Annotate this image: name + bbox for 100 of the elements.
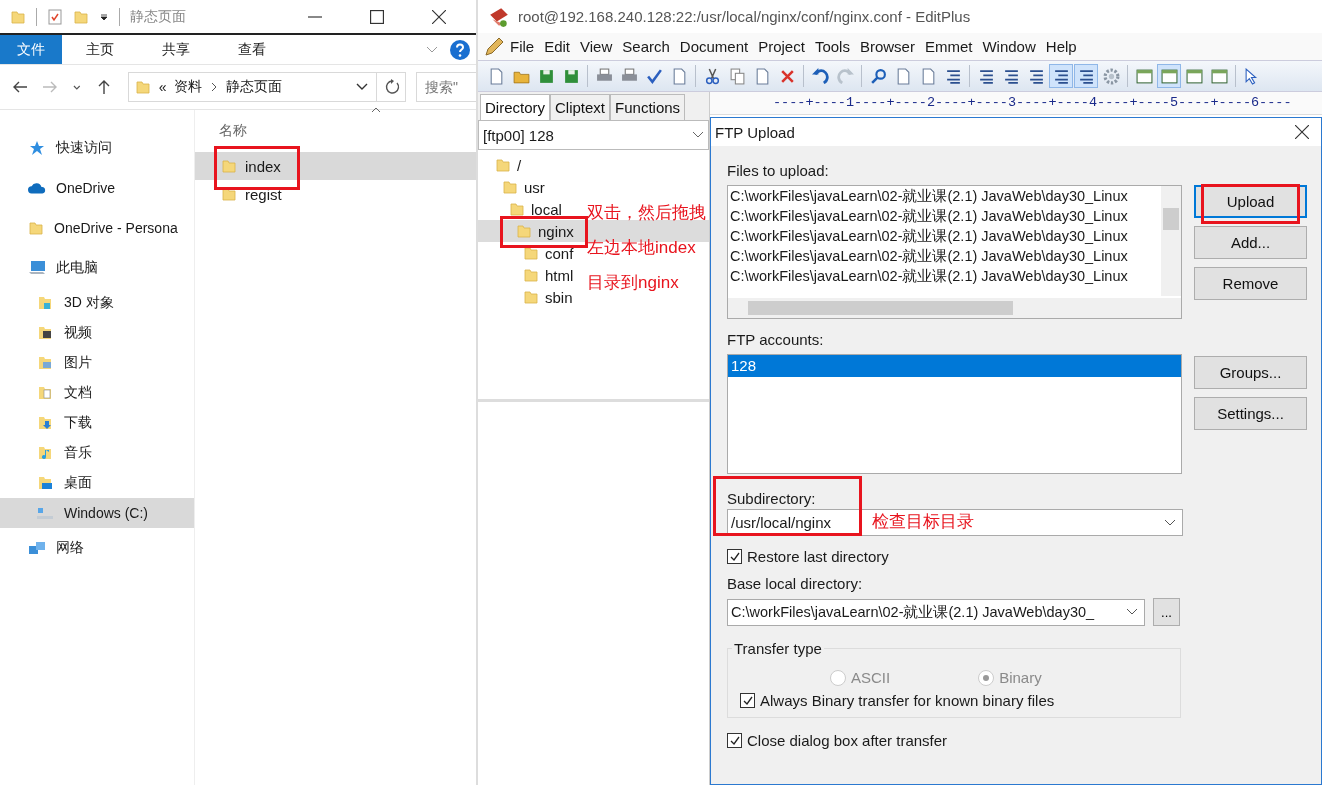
tree-item[interactable]: sbin <box>523 288 573 306</box>
menu-item[interactable]: Edit <box>544 38 571 55</box>
dialog-button[interactable]: Add... <box>1194 226 1307 259</box>
file-path[interactable]: C:\workFiles\javaLearn\02-就业课(2.1) JavaWeb\day30_Linux <box>730 247 1159 267</box>
nav-item[interactable]: Windows (C:) <box>0 498 194 528</box>
vertical-scrollbar[interactable] <box>1161 186 1181 296</box>
tree-item[interactable]: local <box>509 200 562 218</box>
close-icon[interactable] <box>1295 125 1309 139</box>
folder-icon <box>36 355 54 371</box>
nav-item[interactable]: 3D 对象 <box>0 288 194 318</box>
menu-item[interactable]: File <box>510 38 535 55</box>
annotation-text: 目录到nginx <box>587 272 679 294</box>
base-directory-combo[interactable]: C:\workFiles\javaLearn\02-就业课(2.1) JavaWeb\day30_ <box>727 598 1145 626</box>
browse-button[interactable]: ... <box>1153 598 1180 626</box>
pencil-icon <box>484 36 504 57</box>
folder-icon <box>73 8 89 25</box>
close-icon[interactable] <box>432 9 446 24</box>
back-arrow-icon[interactable] <box>12 79 28 95</box>
ribbon-tab[interactable]: 文件 <box>0 35 62 64</box>
column-header[interactable]: 名称 <box>219 122 247 140</box>
file-path[interactable]: C:\workFiles\javaLearn\02-就业课(2.1) JavaWeb\day30_Linux <box>730 187 1159 207</box>
refresh-icon[interactable] <box>385 79 401 95</box>
tree-item[interactable]: conf <box>523 244 574 262</box>
caret-icon <box>1126 608 1138 616</box>
folder-icon <box>523 245 539 261</box>
checkbox[interactable]: Close dialog box after transfer <box>727 732 1307 749</box>
menu-item[interactable]: Window <box>982 38 1036 55</box>
annotation-text: 双击，然后拖拽 <box>587 202 706 224</box>
folder-icon <box>134 79 151 95</box>
ribbon-tab[interactable]: 主页 <box>62 35 138 64</box>
menu-item[interactable]: Tools <box>814 38 850 55</box>
nav-item[interactable]: 此电脑 <box>0 248 194 288</box>
panel-tab[interactable]: Directory <box>480 94 550 120</box>
maximize-icon[interactable] <box>370 9 384 24</box>
tree-item[interactable]: / <box>495 156 522 174</box>
properties-icon[interactable] <box>47 8 63 25</box>
checkmark-icon <box>741 694 754 707</box>
horizontal-scrollbar[interactable] <box>728 298 1181 318</box>
file-path[interactable]: C:\workFiles\javaLearn\02-就业课(2.1) JavaWeb\day30_Linux <box>730 267 1159 287</box>
breadcrumb-item[interactable]: 资料 <box>174 78 203 96</box>
checkmark-icon <box>728 550 741 563</box>
dropdown-icon[interactable] <box>99 11 109 22</box>
tree-item[interactable]: usr <box>502 178 545 196</box>
account-item[interactable]: 128 <box>728 355 1181 377</box>
caret-icon[interactable] <box>356 83 368 91</box>
checkbox[interactable]: Restore last directory <box>727 548 1307 565</box>
drive-icon <box>36 505 54 521</box>
folder-icon <box>36 445 54 461</box>
nav-item[interactable]: OneDrive - Persona <box>0 208 194 248</box>
menu-item[interactable]: Document <box>679 38 749 55</box>
caret-icon <box>1164 518 1176 527</box>
menu-item[interactable]: Emmet <box>924 38 973 55</box>
file-path[interactable]: C:\workFiles\javaLearn\02-就业课(2.1) JavaWeb\day30_Linux <box>730 227 1159 247</box>
checkmark-icon <box>728 734 741 747</box>
nav-item[interactable]: 音乐 <box>0 438 194 468</box>
nav-item[interactable]: 快速访问 <box>0 128 194 168</box>
files-list[interactable] <box>727 185 1182 319</box>
field-label: Base local directory: <box>727 575 863 592</box>
nav-item[interactable]: 视频 <box>0 318 194 348</box>
annotation-text: 检查目标目录 <box>872 511 974 533</box>
dialog-button[interactable]: Remove <box>1194 267 1307 300</box>
field-label: FTP accounts: <box>727 331 824 348</box>
folder-icon <box>36 295 54 311</box>
dialog-button[interactable]: Groups... <box>1194 356 1307 389</box>
address-bar[interactable]: « 资料 静态页面 <box>127 72 406 102</box>
folder-icon <box>523 267 539 283</box>
ribbon-tab[interactable]: 查看 <box>214 35 290 64</box>
nav-item[interactable]: 图片 <box>0 348 194 378</box>
panel-tab[interactable]: Functions <box>610 94 686 120</box>
ribbon-tab[interactable]: 共享 <box>138 35 214 64</box>
file-path[interactable]: C:\workFiles\javaLearn\02-就业课(2.1) JavaWeb\day30_Linux <box>730 207 1159 227</box>
chevron-icon[interactable] <box>426 45 438 54</box>
file-row[interactable]: index <box>195 152 476 180</box>
menu-item[interactable]: Project <box>758 38 805 55</box>
menu-item[interactable]: Search <box>622 38 670 55</box>
forward-arrow-icon[interactable] <box>42 79 58 95</box>
panel-tab[interactable]: Cliptext <box>550 94 611 120</box>
checkbox[interactable]: Always Binary transfer for known binary files <box>740 692 1174 709</box>
help-icon[interactable] <box>450 39 470 60</box>
dialog-button[interactable]: Settings... <box>1194 397 1307 430</box>
nav-item[interactable]: OneDrive <box>0 168 194 208</box>
search-field[interactable]: 搜索" <box>416 72 476 102</box>
nav-item[interactable]: 文档 <box>0 378 194 408</box>
breadcrumb-item[interactable]: 静态页面 <box>226 78 283 96</box>
field-label: Subdirectory: <box>727 490 816 507</box>
menu-item[interactable]: Help <box>1045 38 1077 55</box>
sort-caret-icon[interactable] <box>371 107 381 113</box>
caret-icon <box>692 131 704 139</box>
directory-dropdown[interactable]: [ftp00] 128 <box>478 120 709 150</box>
file-row[interactable]: regist <box>195 180 476 208</box>
tree-item[interactable]: html <box>523 266 574 284</box>
accounts-list[interactable]: 128 <box>727 354 1182 474</box>
overflow-chevron[interactable]: « <box>158 79 167 95</box>
menu-item[interactable]: Browser <box>859 38 915 55</box>
folder-icon <box>516 223 532 239</box>
nav-item[interactable]: 下载 <box>0 408 194 438</box>
dialog-button[interactable]: Upload <box>1194 185 1307 218</box>
nav-item[interactable]: 网络 <box>0 528 194 568</box>
menu-item[interactable]: View <box>580 38 613 55</box>
nav-item[interactable]: 桌面 <box>0 468 194 498</box>
